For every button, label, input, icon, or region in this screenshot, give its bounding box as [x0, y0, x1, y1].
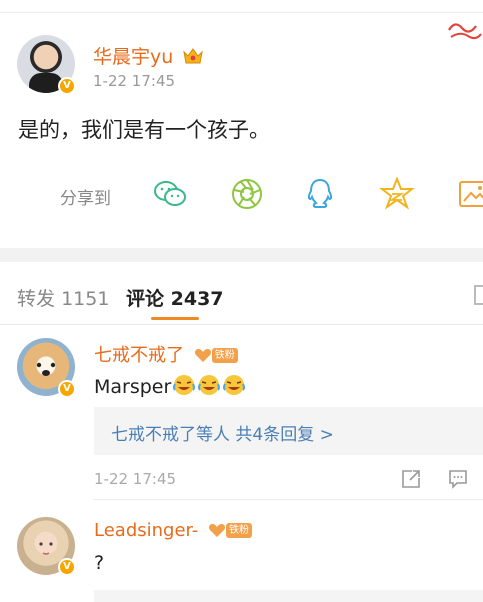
crown-icon: [183, 48, 204, 64]
laugh-cry-emoji: [173, 375, 196, 395]
moments-icon[interactable]: [229, 176, 265, 212]
replies-link[interactable]: 七戒不戒了等人 共4条回复 >: [94, 407, 483, 455]
fan-badge: 铁粉: [194, 347, 238, 365]
fan-heart-icon: [194, 349, 211, 362]
verified-badge-icon: V: [58, 380, 76, 398]
fan-heart-icon: [208, 524, 226, 537]
fan-badge: 铁粉: [208, 522, 253, 540]
commenter-name[interactable]: Leadsinger- 铁粉: [94, 520, 253, 541]
brand-logo-icon: [448, 23, 482, 40]
tab-comments[interactable]: 评论 2437: [126, 284, 224, 311]
comment-text: ?: [94, 552, 105, 574]
comment-time: 1-22 17:45: [94, 470, 177, 488]
tab-likes-partial[interactable]: [474, 284, 483, 306]
verified-badge-icon: V: [58, 77, 76, 95]
section-divider: [0, 248, 483, 262]
post-text: 是的，我们是有一个孩子。: [18, 118, 270, 142]
author-name[interactable]: 华晨宇yu: [93, 42, 204, 69]
post-time: 1-22 17:45: [93, 72, 176, 90]
laugh-cry-emoji: [223, 375, 246, 395]
comment-text: Marsper: [94, 373, 246, 398]
comment-divider: [94, 499, 483, 500]
top-divider: [0, 12, 483, 13]
wechat-icon[interactable]: [152, 176, 188, 212]
laugh-cry-emoji: [198, 375, 221, 395]
qq-icon[interactable]: [302, 176, 338, 212]
share-label: 分享到: [60, 189, 111, 209]
tab-active-indicator: [151, 317, 199, 320]
tabs-divider: [0, 324, 483, 325]
reply-comment-icon[interactable]: [447, 468, 469, 490]
verified-badge-icon: V: [58, 558, 76, 576]
commenter-name[interactable]: 七戒不戒了 铁粉: [94, 341, 238, 367]
image-share-icon[interactable]: [456, 176, 483, 212]
share-comment-icon[interactable]: [400, 468, 422, 490]
replies-link[interactable]: [94, 590, 483, 602]
tab-forward[interactable]: 转发 1151: [17, 284, 109, 311]
qzone-icon[interactable]: [379, 176, 415, 212]
